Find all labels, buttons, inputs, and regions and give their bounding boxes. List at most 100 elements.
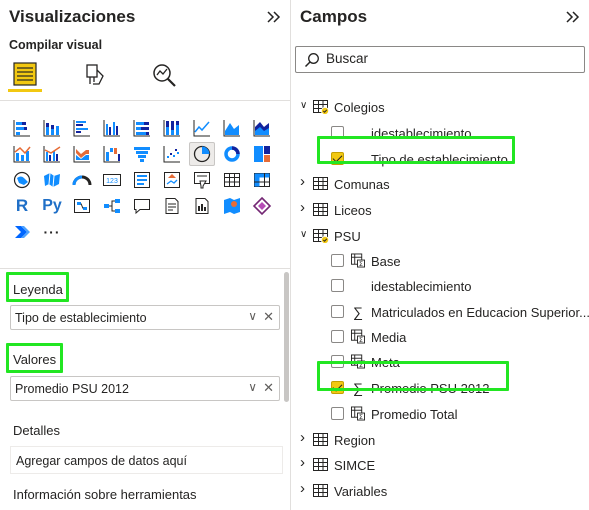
pie-chart-icon[interactable] — [189, 142, 215, 166]
power-automate-icon[interactable] — [9, 220, 35, 244]
power-apps-icon[interactable] — [249, 194, 275, 218]
line-chart-icon[interactable] — [189, 116, 215, 140]
table-node-comunas[interactable]: › Comunas — [292, 172, 589, 196]
field-row[interactable]: Σ Promedio Total — [292, 402, 589, 426]
chevron-right-icon[interactable]: › — [300, 454, 305, 471]
python-visual-icon[interactable]: Py — [39, 194, 65, 218]
stacked-bar-chart-icon[interactable] — [9, 116, 35, 140]
table-name: Region — [334, 433, 376, 448]
funnel-chart-icon[interactable] — [129, 142, 155, 166]
table-node-simce[interactable]: › SIMCE — [292, 453, 589, 477]
divider — [0, 100, 290, 101]
field-checkbox[interactable] — [331, 330, 344, 343]
table-name: Colegios — [334, 100, 385, 115]
fields-search-box[interactable] — [295, 46, 585, 73]
field-name: Matriculados en Educacion Superior... — [371, 305, 589, 320]
smart-narrative-icon[interactable] — [159, 194, 185, 218]
values-field-name: Promedio PSU 2012 — [15, 382, 129, 396]
table-node-region[interactable]: › Region — [292, 428, 589, 452]
table-name: Liceos — [334, 203, 372, 218]
table-icon[interactable] — [219, 168, 245, 192]
field-checkbox[interactable] — [331, 407, 344, 420]
field-checkbox[interactable] — [331, 279, 344, 292]
collapse-visualizations-icon[interactable] — [264, 6, 284, 28]
legend-field-name: Tipo de establecimiento — [15, 311, 147, 325]
table-name: Comunas — [334, 177, 390, 192]
svg-text:Σ: Σ — [359, 260, 363, 268]
treemap-icon[interactable] — [249, 142, 275, 166]
remove-field-icon[interactable]: ✕ — [263, 309, 274, 325]
r-visual-icon[interactable]: R — [9, 194, 35, 218]
chevron-right-icon[interactable]: › — [300, 480, 305, 497]
legend-well-field[interactable]: Tipo de establecimiento ∨ ✕ — [10, 305, 280, 330]
table-icon — [313, 100, 329, 117]
kpi-icon[interactable] — [159, 168, 185, 192]
values-well-field[interactable]: Promedio PSU 2012 ∨ ✕ — [10, 376, 280, 401]
field-name: idestablecimiento — [371, 279, 472, 294]
line-and-stacked-column-icon[interactable] — [9, 142, 35, 166]
clustered-bar-chart-icon[interactable] — [69, 116, 95, 140]
map-icon[interactable] — [9, 168, 35, 192]
field-name: Base — [371, 254, 401, 269]
clustered-column-chart-icon[interactable] — [99, 116, 125, 140]
chevron-down-icon[interactable]: ∨ — [300, 229, 307, 240]
analytics-magnifier-icon[interactable] — [147, 58, 181, 92]
ribbon-chart-icon[interactable] — [69, 142, 95, 166]
chevron-down-icon[interactable]: ∨ — [248, 309, 257, 323]
field-row[interactable]: idestablecimiento — [292, 274, 589, 298]
remove-field-icon[interactable]: ✕ — [263, 380, 274, 396]
chevron-right-icon[interactable]: › — [300, 429, 305, 446]
stacked-area-chart-icon[interactable] — [249, 116, 275, 140]
donut-chart-icon[interactable] — [219, 142, 245, 166]
filled-map-icon[interactable] — [39, 168, 65, 192]
chevron-down-icon[interactable]: ∨ — [300, 100, 307, 111]
fields-title: Campos — [300, 7, 368, 26]
gauge-icon[interactable] — [69, 168, 95, 192]
matrix-icon[interactable] — [249, 168, 275, 192]
details-drop-zone[interactable]: Agregar campos de datos aquí — [10, 446, 283, 474]
calc-table-icon: Σ — [351, 253, 365, 268]
more-visuals-icon[interactable]: ··· — [39, 220, 65, 244]
table-name: SIMCE — [334, 458, 376, 473]
field-row[interactable]: Σ Base — [292, 249, 589, 273]
azure-map-icon[interactable] — [219, 194, 245, 218]
table-icon — [313, 229, 329, 246]
decomposition-tree-icon[interactable] — [99, 194, 125, 218]
build-visual-icon[interactable] — [8, 58, 42, 92]
svg-text:Σ: Σ — [359, 336, 363, 344]
key-influencers-icon[interactable] — [69, 194, 95, 218]
table-node-colegios[interactable]: ∨ Colegios — [292, 95, 589, 119]
more-visuals-label: ··· — [43, 224, 61, 240]
search-input[interactable] — [326, 51, 566, 66]
area-chart-icon[interactable] — [219, 116, 245, 140]
card-icon[interactable]: 123 — [99, 168, 125, 192]
chevron-down-icon[interactable]: ∨ — [248, 380, 257, 394]
table-node-liceos[interactable]: › Liceos — [292, 198, 589, 222]
stacked-column-chart-icon[interactable] — [39, 116, 65, 140]
waterfall-chart-icon[interactable] — [99, 142, 125, 166]
field-checkbox[interactable] — [331, 305, 344, 318]
field-checkbox[interactable] — [331, 254, 344, 267]
field-row[interactable]: Σ Media — [292, 325, 589, 349]
highlight-legend-label — [6, 272, 69, 302]
table-node-variables[interactable]: › Variables — [292, 479, 589, 503]
100-stacked-column-chart-icon[interactable] — [159, 116, 185, 140]
paginated-report-icon[interactable] — [189, 194, 215, 218]
wells-scrollbar[interactable] — [284, 272, 289, 402]
collapse-fields-icon[interactable] — [563, 6, 583, 28]
table-icon — [313, 177, 329, 194]
100-stacked-bar-chart-icon[interactable] — [129, 116, 155, 140]
qa-icon[interactable] — [129, 194, 155, 218]
slicer-icon[interactable] — [189, 168, 215, 192]
chevron-right-icon[interactable]: › — [300, 199, 305, 216]
format-paintbrush-icon[interactable] — [78, 58, 112, 92]
chevron-right-icon[interactable]: › — [300, 173, 305, 190]
multi-row-card-icon[interactable] — [129, 168, 155, 192]
table-node-psu[interactable]: ∨ PSU — [292, 224, 589, 248]
calc-table-icon: Σ — [351, 329, 365, 344]
details-well-label: Detalles — [13, 423, 60, 438]
sigma-icon: ∑ — [353, 303, 363, 320]
line-and-clustered-column-icon[interactable] — [39, 142, 65, 166]
field-row[interactable]: ∑ Matriculados en Educacion Superior... — [292, 300, 589, 324]
scatter-chart-icon[interactable] — [159, 142, 185, 166]
